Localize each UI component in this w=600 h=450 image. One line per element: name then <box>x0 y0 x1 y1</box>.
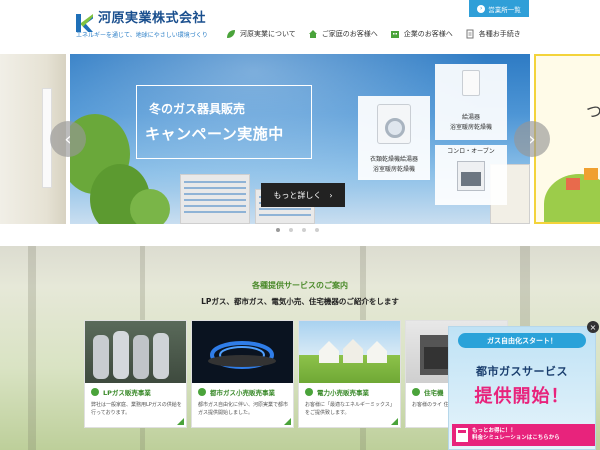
nav-procedures-label: 各種お手続き <box>478 30 521 38</box>
gas-burner-image <box>192 321 293 383</box>
office-list-button[interactable]: › 営業所一覧 <box>469 0 529 17</box>
promo-bottom-line1: もっとお得に！！ <box>472 428 517 434</box>
nav-home-customers[interactable]: ご家庭のお客様へ <box>308 29 378 39</box>
promo-badge: ガス自由化スタート！ <box>458 333 586 348</box>
product-card-water-heater: 給湯器 浴室暖房乾燥機 <box>435 64 507 140</box>
product-label-line1: コンロ・オーブン <box>447 148 495 155</box>
arrow-right-icon: › <box>477 4 486 13</box>
lightning-icon <box>305 388 313 396</box>
slider-dot[interactable] <box>289 228 293 232</box>
campaign-title-line2: キャンペーン実施中 <box>145 125 284 143</box>
slider-next-button[interactable]: › <box>514 121 550 157</box>
main-nav: 河原実業について ご家庭のお客様へ 企業のお客様へ 各種お手続き <box>226 29 533 39</box>
promo-emphasis: 提供開始！ <box>474 386 570 407</box>
nav-home-label: ご家庭のお客様へ <box>321 30 378 38</box>
apartment-building-image <box>180 174 250 224</box>
product-label-line2: 浴室暖房乾燥機 <box>449 124 492 131</box>
corner-arrow-icon <box>391 418 398 425</box>
more-details-label: もっと詳しく <box>273 190 322 200</box>
city-gas-promo-banner[interactable]: ガス自由化スタート！ 都市ガスサービス 提供開始！ もっとお得に！！ 料金シミュ… <box>448 326 596 450</box>
flame-icon <box>198 388 206 396</box>
company-tagline: エネルギーを通じて、地球にやさしい環境づくり <box>76 32 208 39</box>
card-description: お客様に「最適なエネルギーミックス」をご提供致します。 <box>305 402 395 416</box>
next-slide-text: つ <box>586 98 600 122</box>
gas-cylinders-image <box>85 321 186 383</box>
service-card-electricity[interactable]: 電力小売販売事業 お客様に「最適なエネルギーミックス」をご提供致します。 <box>298 320 401 428</box>
calculator-icon <box>456 428 468 442</box>
nav-about[interactable]: 河原実業について <box>226 29 296 39</box>
building-icon <box>390 31 399 38</box>
close-icon: × <box>589 322 597 332</box>
slider-dot[interactable] <box>315 228 319 232</box>
nav-business-customers[interactable]: 企業のお客様へ <box>390 29 453 39</box>
water-heater-image <box>462 70 480 96</box>
promo-headline: 都市ガスサービス <box>476 365 568 378</box>
corner-arrow-icon <box>177 418 184 425</box>
chevron-right-icon: › <box>329 190 333 200</box>
service-card-lp-gas[interactable]: LPガス販売事業 弊社は一般家庭、業務用LPガスの供給を行っております。 <box>84 320 187 428</box>
card-description: 都市ガス自由化に伴い、河原実業で都市ガス提供開始しました。 <box>198 402 289 416</box>
company-name: 河原実業株式会社 <box>98 11 207 26</box>
campaign-banner: 冬のガス器具販売 キャンペーン実施中 <box>136 85 312 159</box>
campaign-title-line1: 冬のガス器具販売 <box>149 102 246 116</box>
card-title: 電力小売販売事業 <box>317 389 369 397</box>
product-card-stove: コンロ・オーブン <box>435 145 507 205</box>
leaf-icon <box>227 30 235 38</box>
promo-bottom-line2: 料金シミュレーションはこちらから <box>472 435 560 441</box>
service-card-city-gas[interactable]: 都市ガス小売販売事業 都市ガス自由化に伴い、河原実業で都市ガス提供開始しました。 <box>191 320 294 428</box>
house-icon <box>412 388 420 396</box>
slider-prev-button[interactable]: ‹ <box>50 121 86 157</box>
card-description: 弊社は一般家庭、業務用LPガスの供給を行っております。 <box>91 402 182 416</box>
oven-image <box>457 161 485 191</box>
card-title: 住宅機 <box>424 389 444 397</box>
slider-dot[interactable] <box>276 228 280 232</box>
more-details-button[interactable]: もっと詳しく › <box>261 183 345 207</box>
nav-about-label: 河原実業について <box>240 30 296 38</box>
flame-icon <box>91 388 99 396</box>
card-title: LPガス販売事業 <box>103 389 151 397</box>
house-icon <box>308 30 317 38</box>
services-subtitle: LPガス、都市ガス、電気小売、住宅機器のご紹介をします <box>201 297 399 306</box>
promo-simulation-link[interactable]: もっとお得に！！ 料金シミュレーションはこちらから <box>452 424 595 446</box>
product-label-line1: 衣類乾燥機給湯器 <box>369 156 418 163</box>
hero-slider: 冬のガス器具販売 キャンペーン実施中 もっと詳しく › 衣類乾燥機給湯器 浴室暖… <box>0 54 600 224</box>
nav-business-label: 企業のお客様へ <box>403 30 453 38</box>
chevron-left-icon: ‹ <box>64 128 72 150</box>
product-label-line2: 浴室暖房乾燥機 <box>372 166 415 173</box>
services-title: 各種提供サービスのご案内 <box>252 281 348 290</box>
company-logo[interactable]: 河原実業株式会社 エネルギーを通じて、地球にやさしい環境づくり <box>74 12 208 39</box>
office-list-label: 営業所一覧 <box>488 5 521 14</box>
card-title: 都市ガス小売販売事業 <box>210 389 275 397</box>
chevron-right-icon: › <box>528 128 536 150</box>
slider-dot[interactable] <box>302 228 306 232</box>
slider-pagination <box>276 228 319 232</box>
corner-arrow-icon <box>284 418 291 425</box>
clothes-dryer-image <box>377 104 411 144</box>
nav-procedures[interactable]: 各種お手続き <box>465 29 521 39</box>
product-card-dryer: 衣類乾燥機給湯器 浴室暖房乾燥機 <box>358 96 430 180</box>
promo-close-button[interactable]: × <box>587 321 599 333</box>
tree-image <box>130 189 170 224</box>
document-icon <box>466 29 474 39</box>
current-slide[interactable]: 冬のガス器具販売 キャンペーン実施中 もっと詳しく › 衣類乾燥機給湯器 浴室暖… <box>70 54 530 224</box>
product-label-line1: 給湯器 <box>461 114 480 121</box>
site-header: 河原実業株式会社 エネルギーを通じて、地球にやさしい環境づくり › 営業所一覧 … <box>0 0 600 52</box>
logo-mark-icon <box>74 12 94 34</box>
houses-on-grass-image <box>299 321 400 383</box>
